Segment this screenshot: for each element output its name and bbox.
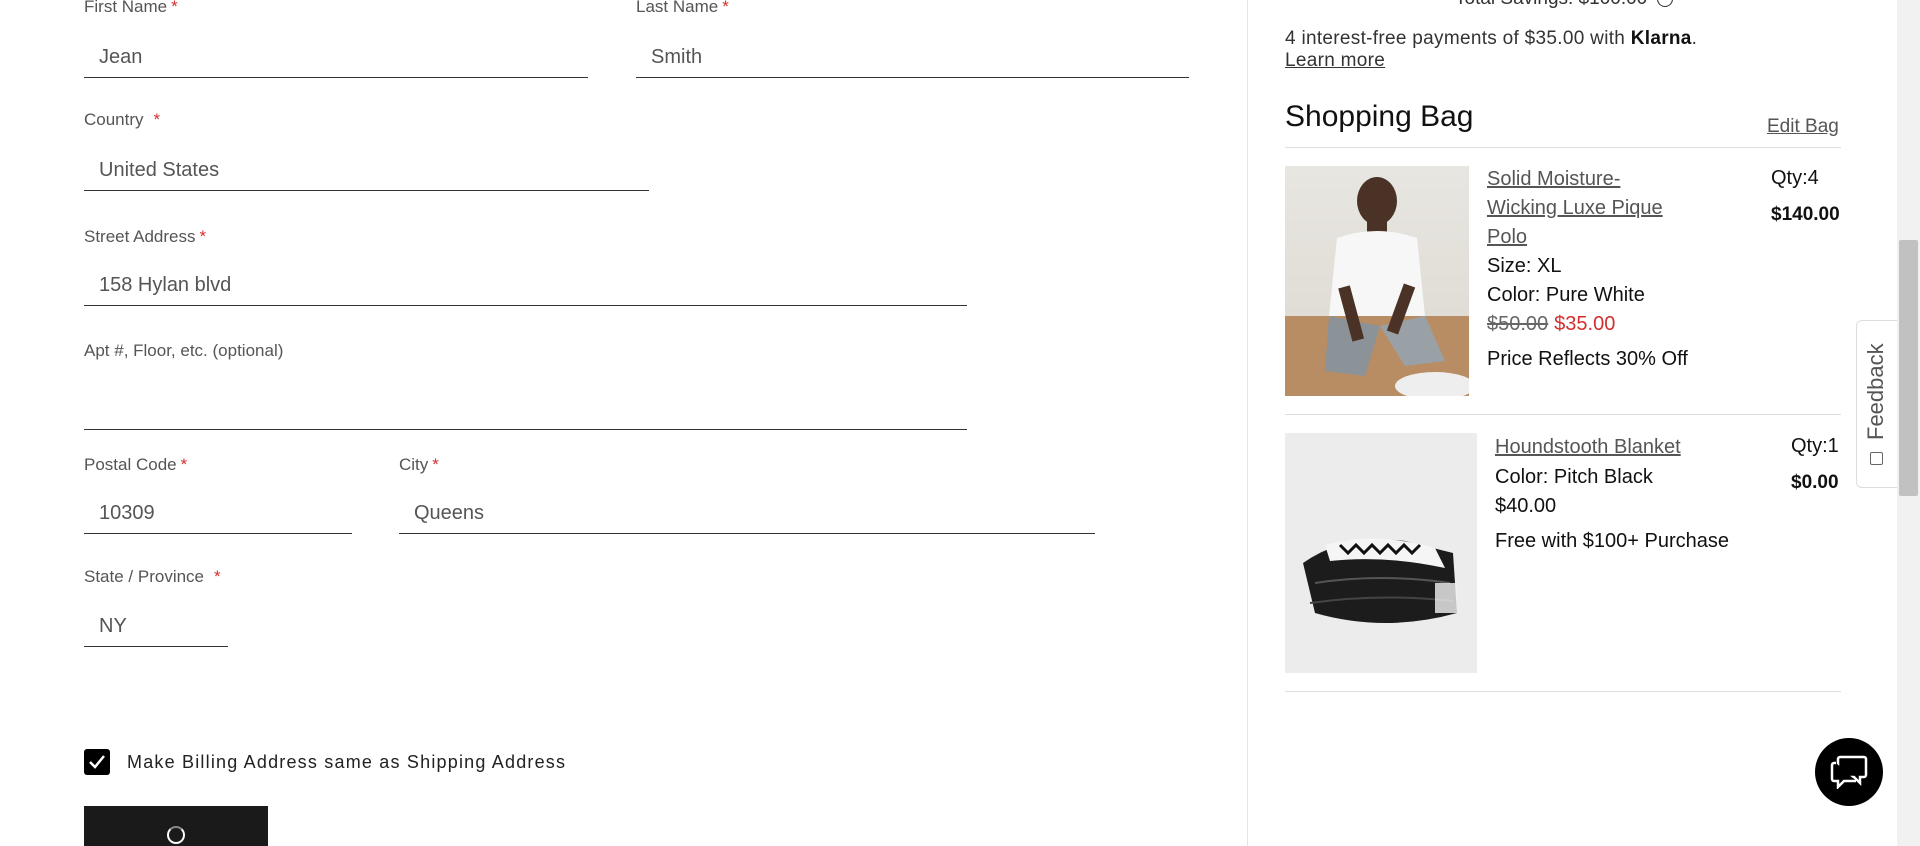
last-name-label: Last Name * [636,0,729,16]
scrollbar-thumb[interactable] [1899,240,1918,496]
bag-item-note: Price Reflects 30% Off [1487,348,1688,370]
continue-button[interactable] [84,806,268,846]
bag-item-note: Free with $100+ Purchase [1495,530,1730,552]
blanket-product-image[interactable] [1285,433,1477,673]
apt-input[interactable] [84,390,967,430]
first-name-label: First Name * [84,0,178,16]
country-select[interactable] [84,151,649,191]
postal-code-input[interactable] [84,494,352,534]
bag-item-size: Size: XL [1487,255,1562,277]
country-label: Country * [84,110,161,129]
bag-item-total: $0.00 [1791,472,1839,493]
bag-divider [1285,414,1841,415]
feedback-icon [1870,452,1883,465]
last-name-input[interactable] [636,38,1189,78]
klarna-message: 4 interest-free payments of $35.00 with … [1285,28,1698,49]
bag-divider [1285,147,1841,148]
polo-product-image[interactable] [1285,166,1469,396]
checkmark-icon [89,755,105,769]
bag-item-price: $50.00 $35.00 [1487,313,1616,335]
apt-label: Apt #, Floor, etc. (optional) [84,341,284,360]
bag-item-qty: Qty:4 [1771,167,1819,189]
postal-code-label: Postal Code * [84,455,188,474]
chat-button[interactable] [1815,738,1883,806]
bag-item-price: $40.00 [1495,495,1557,517]
loading-spinner-icon [167,826,185,844]
billing-same-checkbox[interactable] [84,749,110,775]
bag-item-name-link[interactable]: Houndstooth Blanket [1495,433,1681,462]
bag-item-qty: Qty:1 [1791,435,1839,457]
state-label: State / Province * [84,567,221,586]
total-savings: Total Savings: $100.00 [1455,0,1674,10]
klarna-logo: Klarna [1630,28,1692,49]
learn-more-link[interactable]: Learn more [1285,50,1385,72]
billing-same-label[interactable]: Make Billing Address same as Shipping Ad… [127,752,566,773]
shopping-bag-title: Shopping Bag [1285,100,1474,133]
first-name-input[interactable] [84,38,588,78]
street-address-label: Street Address * [84,227,207,246]
bag-item-color: Color: Pure White [1487,284,1645,306]
chat-bubbles-icon [1830,755,1868,789]
bag-item-color: Color: Pitch Black [1495,466,1653,488]
city-label: City * [399,455,439,474]
street-address-input[interactable] [84,266,967,306]
bag-divider [1285,691,1841,692]
info-icon[interactable] [1657,0,1674,7]
column-divider [1247,0,1248,846]
feedback-label[interactable]: Feedback [1863,343,1889,440]
bag-item-total: $140.00 [1771,204,1840,225]
edit-bag-link[interactable]: Edit Bag [1767,116,1839,138]
state-select[interactable] [84,607,228,647]
city-input[interactable] [399,494,1095,534]
bag-item-name-link[interactable]: Solid Moisture-Wicking Luxe Pique Polo [1487,165,1677,252]
